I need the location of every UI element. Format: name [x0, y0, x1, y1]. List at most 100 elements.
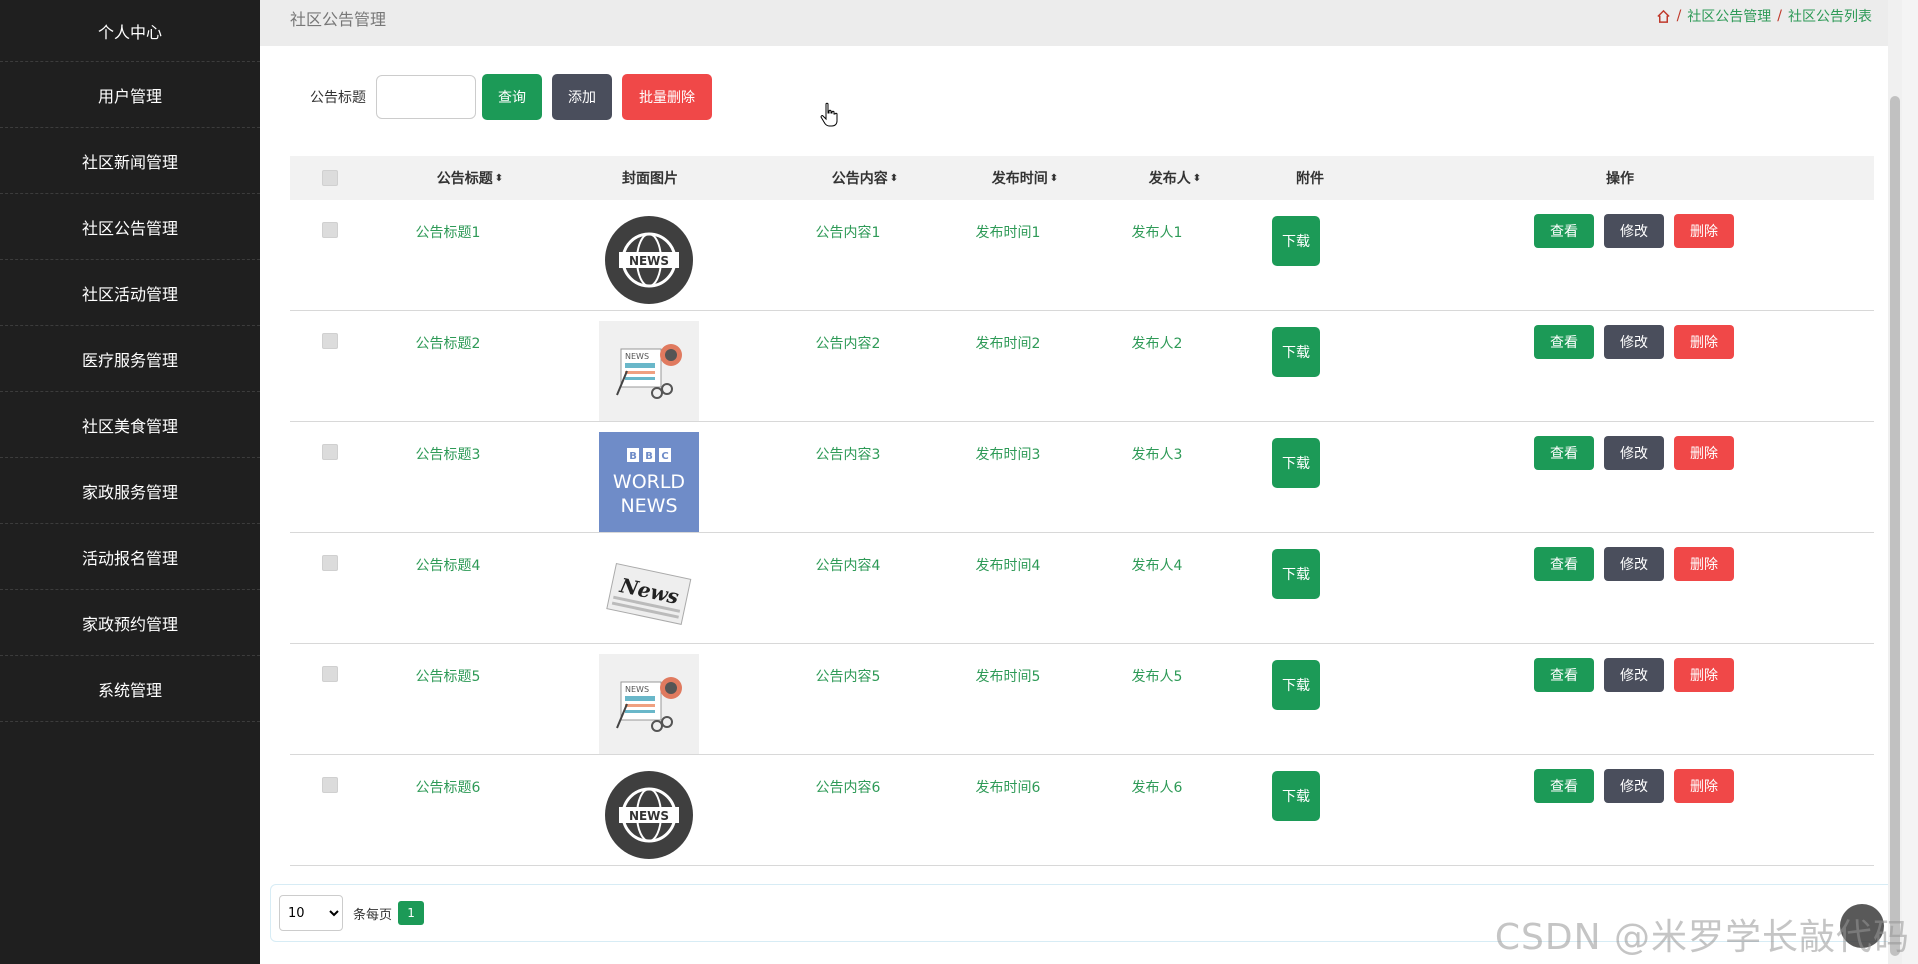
cover-image: B B C WORLD NEWS — [599, 432, 699, 532]
row-title[interactable]: 公告标题5 — [416, 666, 481, 686]
notice-table: 公告标题 ⬍ 封面图片 公告内容 ⬍ 发布时间 ⬍ 发布人 ⬍ 附件 操作 公告标题1 N… — [290, 156, 1874, 866]
row-checkbox[interactable] — [322, 666, 338, 682]
row-publish-time: 发布时间1 — [975, 225, 1041, 241]
delete-button[interactable]: 删除 — [1674, 547, 1734, 581]
download-button[interactable]: 下载 — [1272, 216, 1320, 266]
cover-image: NEWS — [599, 654, 699, 754]
download-button[interactable]: 下载 — [1272, 327, 1320, 377]
sidebar-item-housekeeping[interactable]: 家政服务管理 — [0, 458, 260, 524]
row-publish-time: 发布时间2 — [975, 336, 1041, 352]
row-publish-time: 发布时间6 — [975, 780, 1041, 796]
edit-button[interactable]: 修改 — [1604, 325, 1664, 359]
news-globe-icon: NEWS — [599, 771, 699, 869]
edit-button[interactable]: 修改 — [1604, 769, 1664, 803]
batch-delete-button[interactable]: 批量删除 — [622, 74, 712, 120]
sidebar-item-system[interactable]: 系统管理 — [0, 656, 260, 722]
view-button[interactable]: 查看 — [1534, 769, 1594, 803]
sidebar-item-food[interactable]: 社区美食管理 — [0, 392, 260, 458]
cover-image: NEWS — [599, 321, 699, 421]
view-button[interactable]: 查看 — [1534, 436, 1594, 470]
row-checkbox[interactable] — [322, 444, 338, 460]
download-button[interactable]: 下载 — [1272, 549, 1320, 599]
home-icon[interactable] — [1656, 9, 1671, 24]
watermark: CSDN @米罗学长敲代码 — [1494, 917, 1910, 958]
column-header-title[interactable]: 公告标题 ⬍ — [395, 156, 545, 200]
row-publisher: 发布人1 — [1131, 225, 1183, 241]
row-content: 公告内容5 — [815, 669, 881, 685]
download-button[interactable]: 下载 — [1272, 771, 1320, 821]
table-row: 公告标题2 NEWS 公告内容2 发布时间2 发布人2 下载 查看 修改 删除 — [290, 311, 1874, 422]
query-button[interactable]: 查询 — [482, 74, 542, 120]
sidebar-item-label: 家政预约管理 — [81, 614, 178, 634]
breadcrumb-item-notice-management[interactable]: 社区公告管理 — [1687, 6, 1771, 26]
svg-text:B: B — [645, 451, 653, 462]
table-header: 公告标题 ⬍ 封面图片 公告内容 ⬍ 发布时间 ⬍ 发布人 ⬍ 附件 操作 — [290, 156, 1874, 200]
row-publisher: 发布人2 — [1131, 336, 1183, 352]
svg-text:NEWS: NEWS — [625, 352, 649, 361]
sidebar-item-activity-signup[interactable]: 活动报名管理 — [0, 524, 260, 590]
row-checkbox[interactable] — [322, 333, 338, 349]
hand-cursor-icon — [820, 102, 838, 127]
sidebar-item-activities[interactable]: 社区活动管理 — [0, 260, 260, 326]
add-button[interactable]: 添加 — [552, 74, 612, 120]
row-publish-time: 发布时间5 — [975, 669, 1041, 685]
row-content: 公告内容3 — [815, 447, 881, 463]
row-publisher: 发布人6 — [1131, 780, 1183, 796]
column-header-content[interactable]: 公告内容 ⬍ — [790, 156, 940, 200]
column-header-publisher[interactable]: 发布人 ⬍ — [1100, 156, 1250, 200]
column-header-attachment: 附件 — [1296, 171, 1324, 187]
delete-button[interactable]: 删除 — [1674, 214, 1734, 248]
view-button[interactable]: 查看 — [1534, 658, 1594, 692]
scroll-thumb[interactable] — [1890, 96, 1900, 956]
scrollbar[interactable] — [1888, 0, 1902, 964]
row-checkbox[interactable] — [322, 555, 338, 571]
cover-image: NEWS — [599, 210, 699, 310]
row-title[interactable]: 公告标题3 — [416, 444, 481, 464]
select-all-checkbox[interactable] — [322, 170, 338, 186]
delete-button[interactable]: 删除 — [1674, 325, 1734, 359]
edit-button[interactable]: 修改 — [1604, 436, 1664, 470]
column-header-time[interactable]: 发布时间 ⬍ — [950, 156, 1100, 200]
sidebar-item-notices[interactable]: 社区公告管理 — [0, 194, 260, 260]
sort-icon: ⬍ — [494, 172, 504, 184]
sidebar-item-label: 社区活动管理 — [81, 284, 178, 304]
sidebar-item-label: 用户管理 — [97, 86, 162, 106]
search-input[interactable] — [376, 75, 476, 119]
sort-icon: ⬍ — [1192, 172, 1202, 184]
svg-text:NEWS: NEWS — [625, 685, 649, 694]
edit-button[interactable]: 修改 — [1604, 658, 1664, 692]
page-size-select[interactable]: 10 — [279, 895, 343, 931]
row-publisher: 发布人4 — [1131, 558, 1183, 574]
view-button[interactable]: 查看 — [1534, 325, 1594, 359]
sidebar-item-personal-center[interactable]: 个人中心 — [0, 0, 260, 62]
row-checkbox[interactable] — [322, 777, 338, 793]
sort-icon: ⬍ — [889, 172, 899, 184]
edit-button[interactable]: 修改 — [1604, 547, 1664, 581]
edit-button[interactable]: 修改 — [1604, 214, 1664, 248]
search-bar: 公告标题 查询 添加 批量删除 — [310, 74, 722, 120]
page-button-1[interactable]: 1 — [398, 901, 425, 925]
download-button[interactable]: 下载 — [1272, 438, 1320, 488]
row-checkbox[interactable] — [322, 222, 338, 238]
cover-image: NEWS — [599, 765, 699, 865]
view-button[interactable]: 查看 — [1534, 547, 1594, 581]
row-title[interactable]: 公告标题2 — [416, 333, 481, 353]
download-button[interactable]: 下载 — [1272, 660, 1320, 710]
sidebar-item-label: 系统管理 — [97, 680, 162, 700]
sidebar-item-users[interactable]: 用户管理 — [0, 62, 260, 128]
delete-button[interactable]: 删除 — [1674, 436, 1734, 470]
table-row: 公告标题3 B B C WORLD NEWS 公告内容3 发布时间3 发布人3 下载 查看 修改 删除 — [290, 422, 1874, 533]
delete-button[interactable]: 删除 — [1674, 769, 1734, 803]
row-title[interactable]: 公告标题6 — [416, 777, 481, 797]
row-content: 公告内容2 — [815, 336, 881, 352]
breadcrumb-item-notice-list[interactable]: 社区公告列表 — [1788, 6, 1872, 26]
sidebar-item-medical[interactable]: 医疗服务管理 — [0, 326, 260, 392]
table-body: 公告标题1 NEWS 公告内容1 发布时间1 发布人1 下载 查看 修改 删除 公告标题2 NEWS… — [290, 200, 1874, 866]
view-button[interactable]: 查看 — [1534, 214, 1594, 248]
sidebar-item-news[interactable]: 社区新闻管理 — [0, 128, 260, 194]
row-title[interactable]: 公告标题1 — [416, 222, 481, 242]
per-page-label: 条每页 — [353, 907, 393, 923]
row-title[interactable]: 公告标题4 — [416, 555, 481, 575]
sidebar-item-housekeeping-booking[interactable]: 家政预约管理 — [0, 590, 260, 656]
delete-button[interactable]: 删除 — [1674, 658, 1734, 692]
